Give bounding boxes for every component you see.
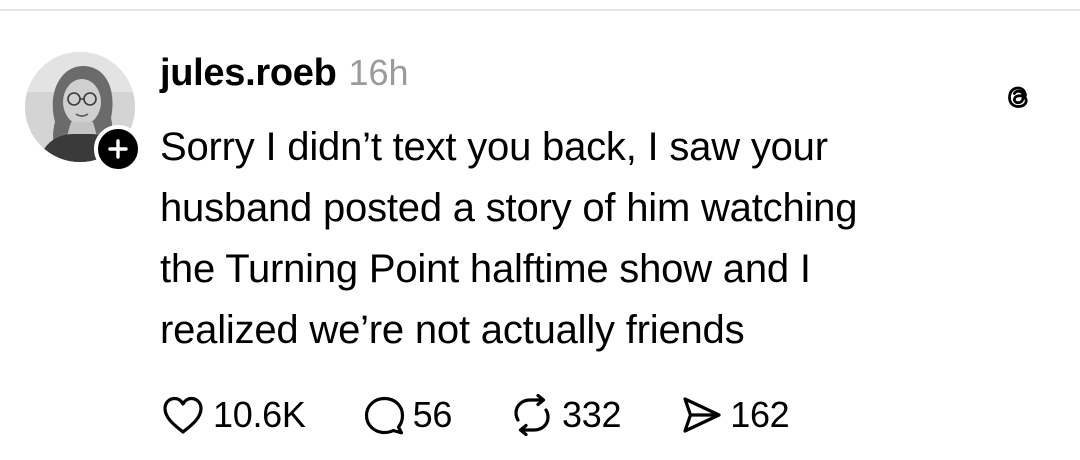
- username[interactable]: jules.roeb: [160, 52, 337, 95]
- top-divider: [0, 9, 1080, 11]
- reply-button[interactable]: 56: [362, 394, 452, 436]
- heart-icon: [163, 396, 203, 434]
- send-icon: [683, 397, 721, 433]
- like-count: 10.6K: [213, 394, 306, 435]
- share-button[interactable]: 162: [679, 394, 790, 436]
- post-header: jules.roeb 16h: [160, 52, 409, 102]
- post-text-line: husband posted a story of him watching: [160, 186, 858, 230]
- plus-icon: [108, 139, 128, 159]
- repost-icon: [514, 394, 550, 436]
- post-text: Sorry I didn’t text you back, I saw your…: [160, 117, 1040, 361]
- post-actions: 10.6K 56 332 162: [160, 390, 790, 440]
- like-button[interactable]: 10.6K: [160, 394, 306, 436]
- repost-count: 332: [562, 394, 622, 435]
- post-text-line: Sorry I didn’t text you back, I saw your: [160, 125, 828, 169]
- share-count: 162: [730, 394, 790, 435]
- reply-count: 56: [412, 394, 453, 435]
- follow-button[interactable]: [94, 125, 142, 173]
- repost-button[interactable]: 332: [509, 394, 622, 436]
- post-text-line: realized we’re not actually friends: [160, 308, 745, 352]
- comment-icon: [364, 396, 404, 435]
- post-text-line: the Turning Point halftime show and I: [160, 247, 811, 291]
- avatar-container[interactable]: [25, 52, 142, 173]
- timestamp: 16h: [348, 52, 409, 93]
- threads-logo-icon[interactable]: [1001, 80, 1035, 114]
